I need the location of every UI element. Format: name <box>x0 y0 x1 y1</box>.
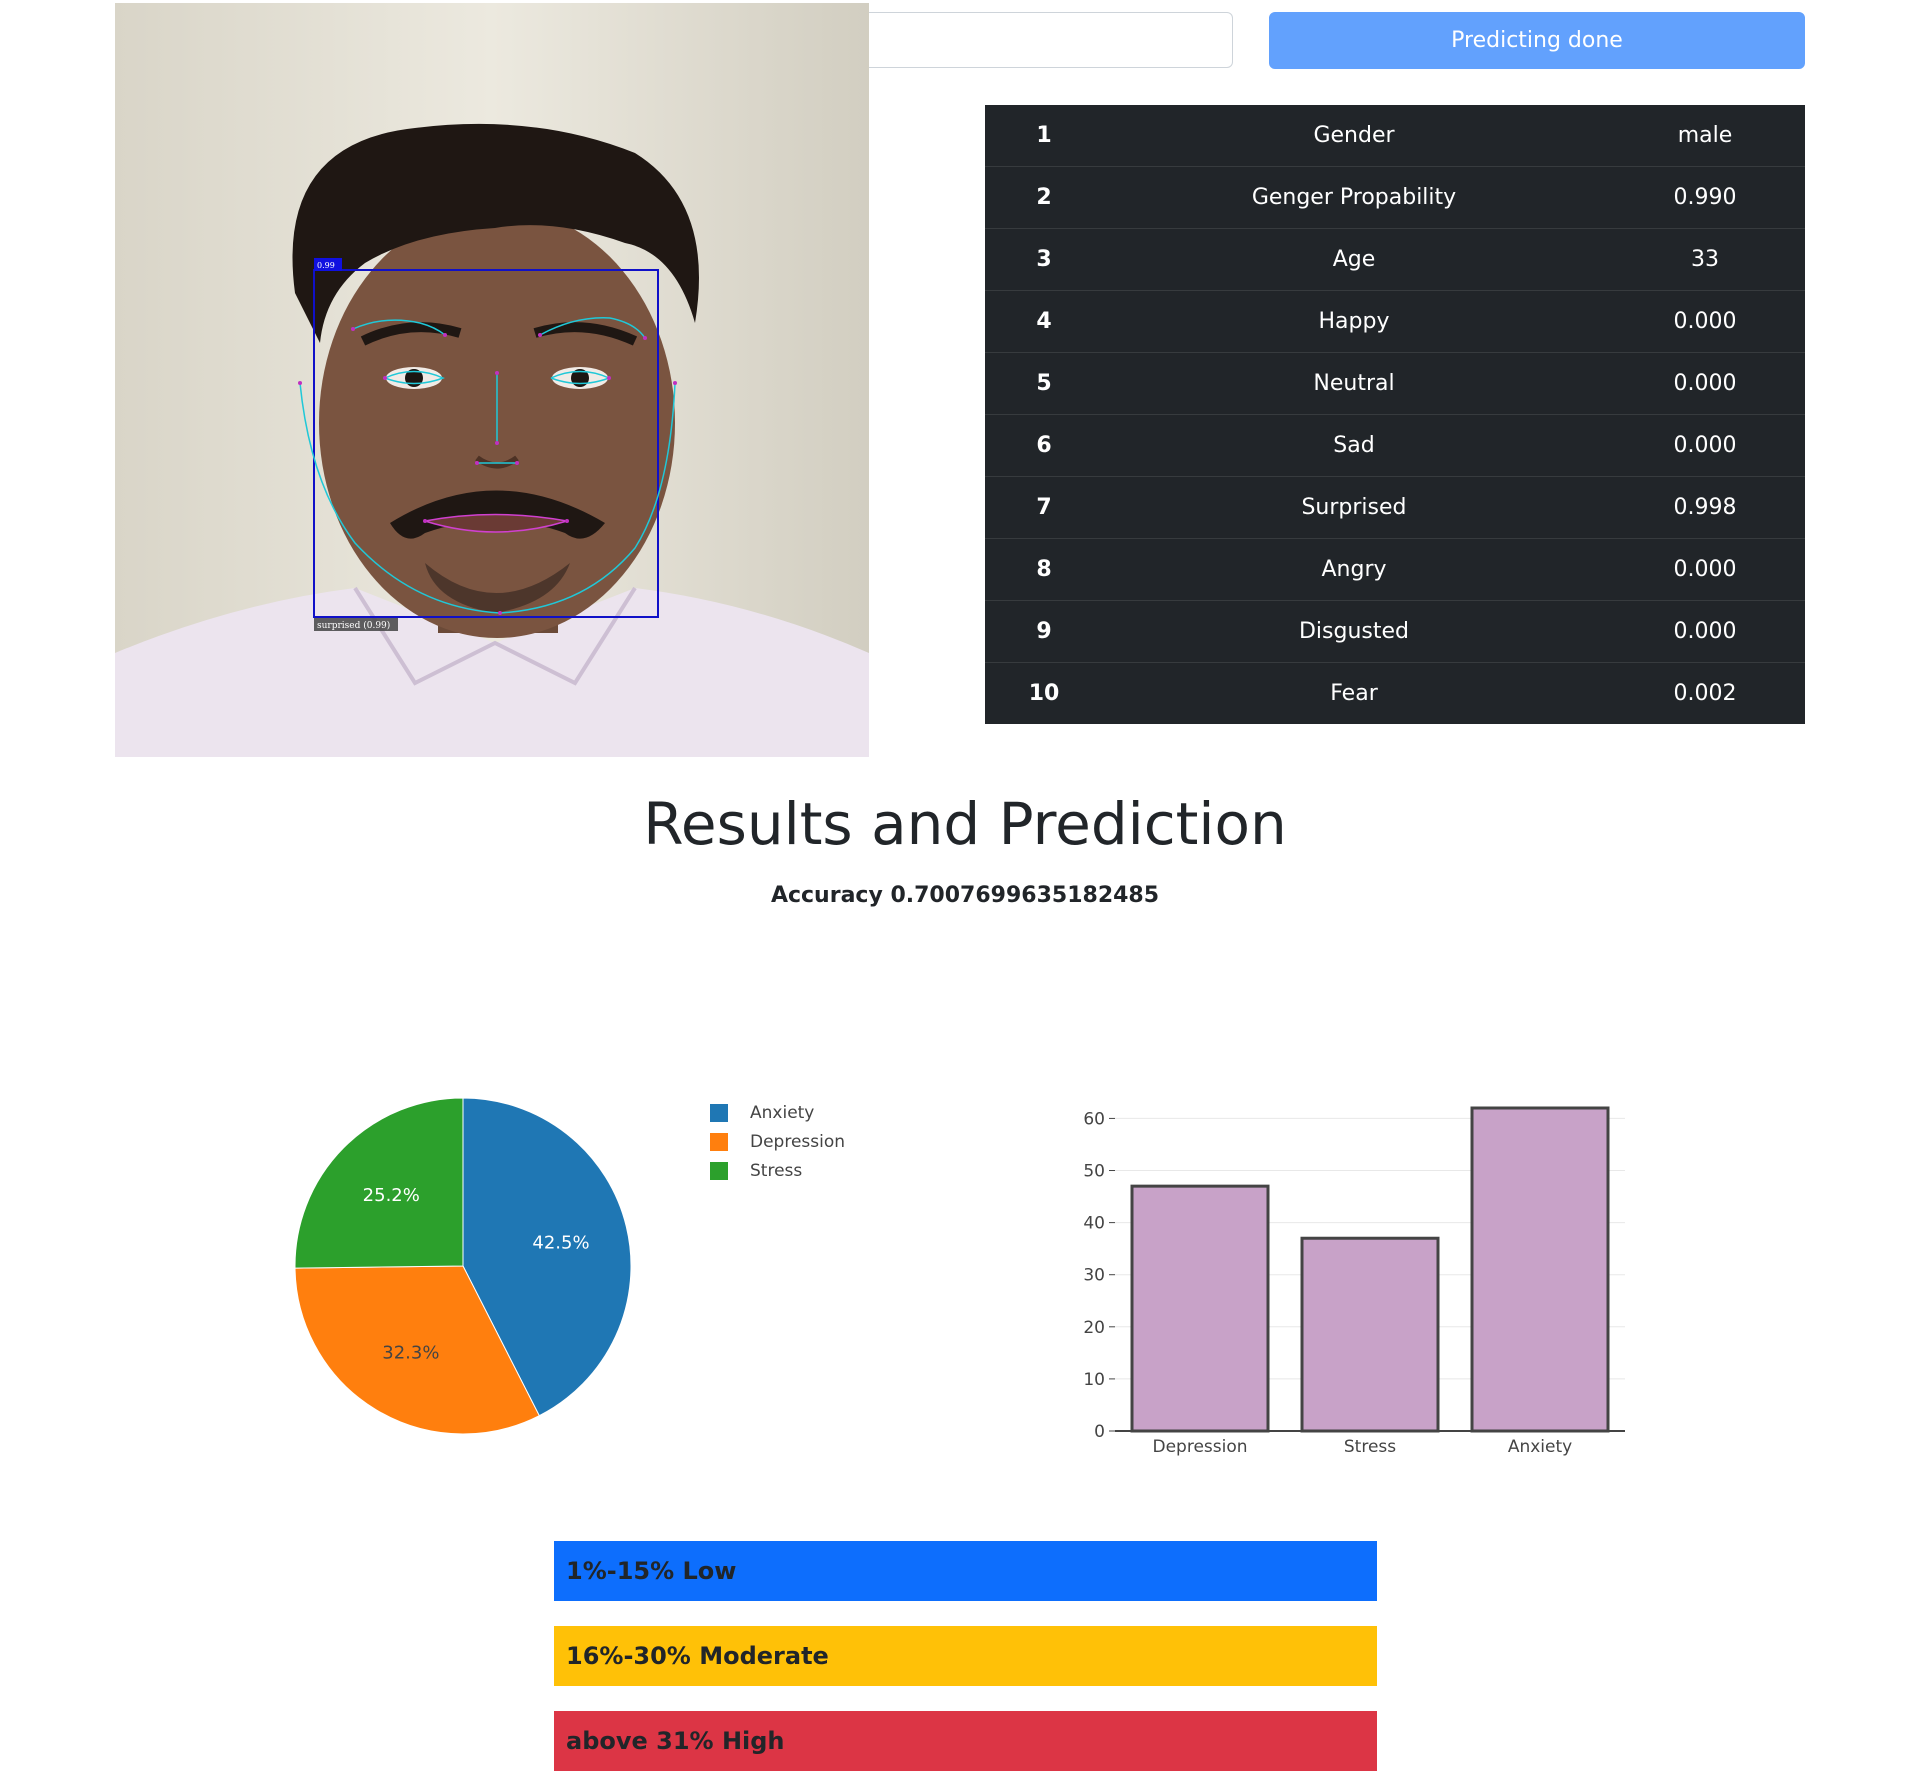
row-label: Age <box>1103 228 1605 291</box>
row-index: 1 <box>985 105 1103 167</box>
file-input[interactable] <box>869 12 1233 68</box>
y-tick-label: 60 <box>1083 1109 1105 1129</box>
row-value: 0.000 <box>1605 538 1805 601</box>
y-tick-label: 30 <box>1083 1266 1105 1286</box>
bar-stress[interactable] <box>1300 1236 1440 1433</box>
row-value: 0.000 <box>1605 352 1805 415</box>
row-index: 4 <box>985 290 1103 353</box>
table-row: 2 Genger Propability 0.990 <box>985 166 1805 229</box>
risk-level-moderate: 16%-30% Moderate <box>554 1626 1377 1686</box>
table-row: 5 Neutral 0.000 <box>985 352 1805 415</box>
row-value: 0.000 <box>1605 290 1805 353</box>
row-value: 0.998 <box>1605 476 1805 539</box>
row-label: Angry <box>1103 538 1605 601</box>
legend-label: Anxiety <box>750 1102 815 1123</box>
y-tick-label: 20 <box>1083 1318 1105 1338</box>
row-index: 8 <box>985 538 1103 601</box>
y-tick-label: 40 <box>1083 1214 1105 1234</box>
legend-item-stress[interactable]: Stress <box>710 1156 845 1185</box>
bar-anxiety[interactable] <box>1470 1106 1610 1433</box>
row-index: 7 <box>985 476 1103 539</box>
row-value: 0.002 <box>1673 681 1737 706</box>
pie-slice-label: 42.5% <box>532 1232 589 1253</box>
row-label: Sad <box>1103 414 1605 477</box>
table-row: 10 Fear 0.002 <box>985 663 1805 725</box>
row-index: 2 <box>985 166 1103 229</box>
x-tick-label: Depression <box>1152 1437 1247 1457</box>
legend-label: Depression <box>750 1131 846 1152</box>
legend-item-depression[interactable]: Depression <box>710 1127 845 1156</box>
table-row: 3 Age 33 <box>985 228 1805 291</box>
row-value: 0.000 <box>1605 600 1805 663</box>
row-label: Neutral <box>1103 352 1605 415</box>
x-tick-label: Anxiety <box>1508 1437 1572 1457</box>
expression-label-text: surprised (0.99) <box>317 620 390 631</box>
row-value: 0.990 <box>1605 166 1805 229</box>
row-label: Disgusted <box>1103 600 1605 663</box>
pie-slice-label: 32.3% <box>382 1342 439 1363</box>
legend-swatch <box>710 1132 728 1151</box>
legend-item-anxiety[interactable]: Anxiety <box>710 1098 845 1127</box>
row-label: Surprised <box>1103 476 1605 539</box>
legend-label: Stress <box>750 1160 803 1181</box>
table-row: 4 Happy 0.000 <box>985 290 1805 353</box>
table-row: 6 Sad 0.000 <box>985 414 1805 477</box>
y-tick-label: 0 <box>1094 1422 1105 1442</box>
pie-slice-stress[interactable] <box>294 1097 464 1269</box>
legend-swatch <box>710 1161 728 1180</box>
x-tick-label: Stress <box>1344 1437 1396 1457</box>
row-label: Gender <box>1103 105 1605 167</box>
table-row: 8 Angry 0.000 <box>985 538 1805 601</box>
pie-legend: Anxiety Depression Stress <box>710 1098 845 1185</box>
row-index: 9 <box>985 600 1103 663</box>
row-index: 5 <box>985 352 1103 415</box>
detection-score-text: 0.99 <box>317 261 335 270</box>
bar-depression[interactable] <box>1130 1184 1270 1433</box>
row-index: 10 <box>1028 681 1060 706</box>
row-value: 0.000 <box>1605 414 1805 477</box>
pie-slice-label: 25.2% <box>363 1185 420 1206</box>
predict-button[interactable]: Predicting done <box>1269 12 1805 69</box>
risk-level-high: above 31% High <box>554 1711 1377 1771</box>
table-row: 7 Surprised 0.998 <box>985 476 1805 539</box>
risk-level-low: 1%-15% Low <box>554 1541 1377 1601</box>
legend-swatch <box>710 1103 728 1122</box>
row-value: 33 <box>1605 228 1805 291</box>
table-row: 1 Gender male <box>985 105 1805 167</box>
row-index: 6 <box>985 414 1103 477</box>
prediction-table: 1 Gender male 2 Genger Propability 0.990 3 Ag… <box>985 105 1805 724</box>
accuracy-text: Accuracy 0.7007699635182485 <box>770 883 1160 908</box>
row-label: Fear <box>1330 681 1378 706</box>
row-value: male <box>1605 105 1805 167</box>
pie-chart: 42.5% 32.3% 25.2% <box>294 1097 632 1435</box>
row-index: 3 <box>985 228 1103 291</box>
row-label: Happy <box>1103 290 1605 353</box>
y-tick-label: 10 <box>1083 1370 1105 1390</box>
y-tick-label: 50 <box>1083 1162 1105 1182</box>
table-row: 9 Disgusted 0.000 <box>985 600 1805 663</box>
bar-chart: 0 10 20 30 40 50 60 Depression Stress Anxiety <box>1083 1106 1625 1457</box>
row-label: Genger Propability <box>1103 166 1605 229</box>
face-photo: 0.99 surprised (0.99) <box>115 3 869 757</box>
face-detection-image: 0.99 surprised (0.99) <box>115 3 869 757</box>
results-title: Results and Prediction <box>643 790 1287 858</box>
